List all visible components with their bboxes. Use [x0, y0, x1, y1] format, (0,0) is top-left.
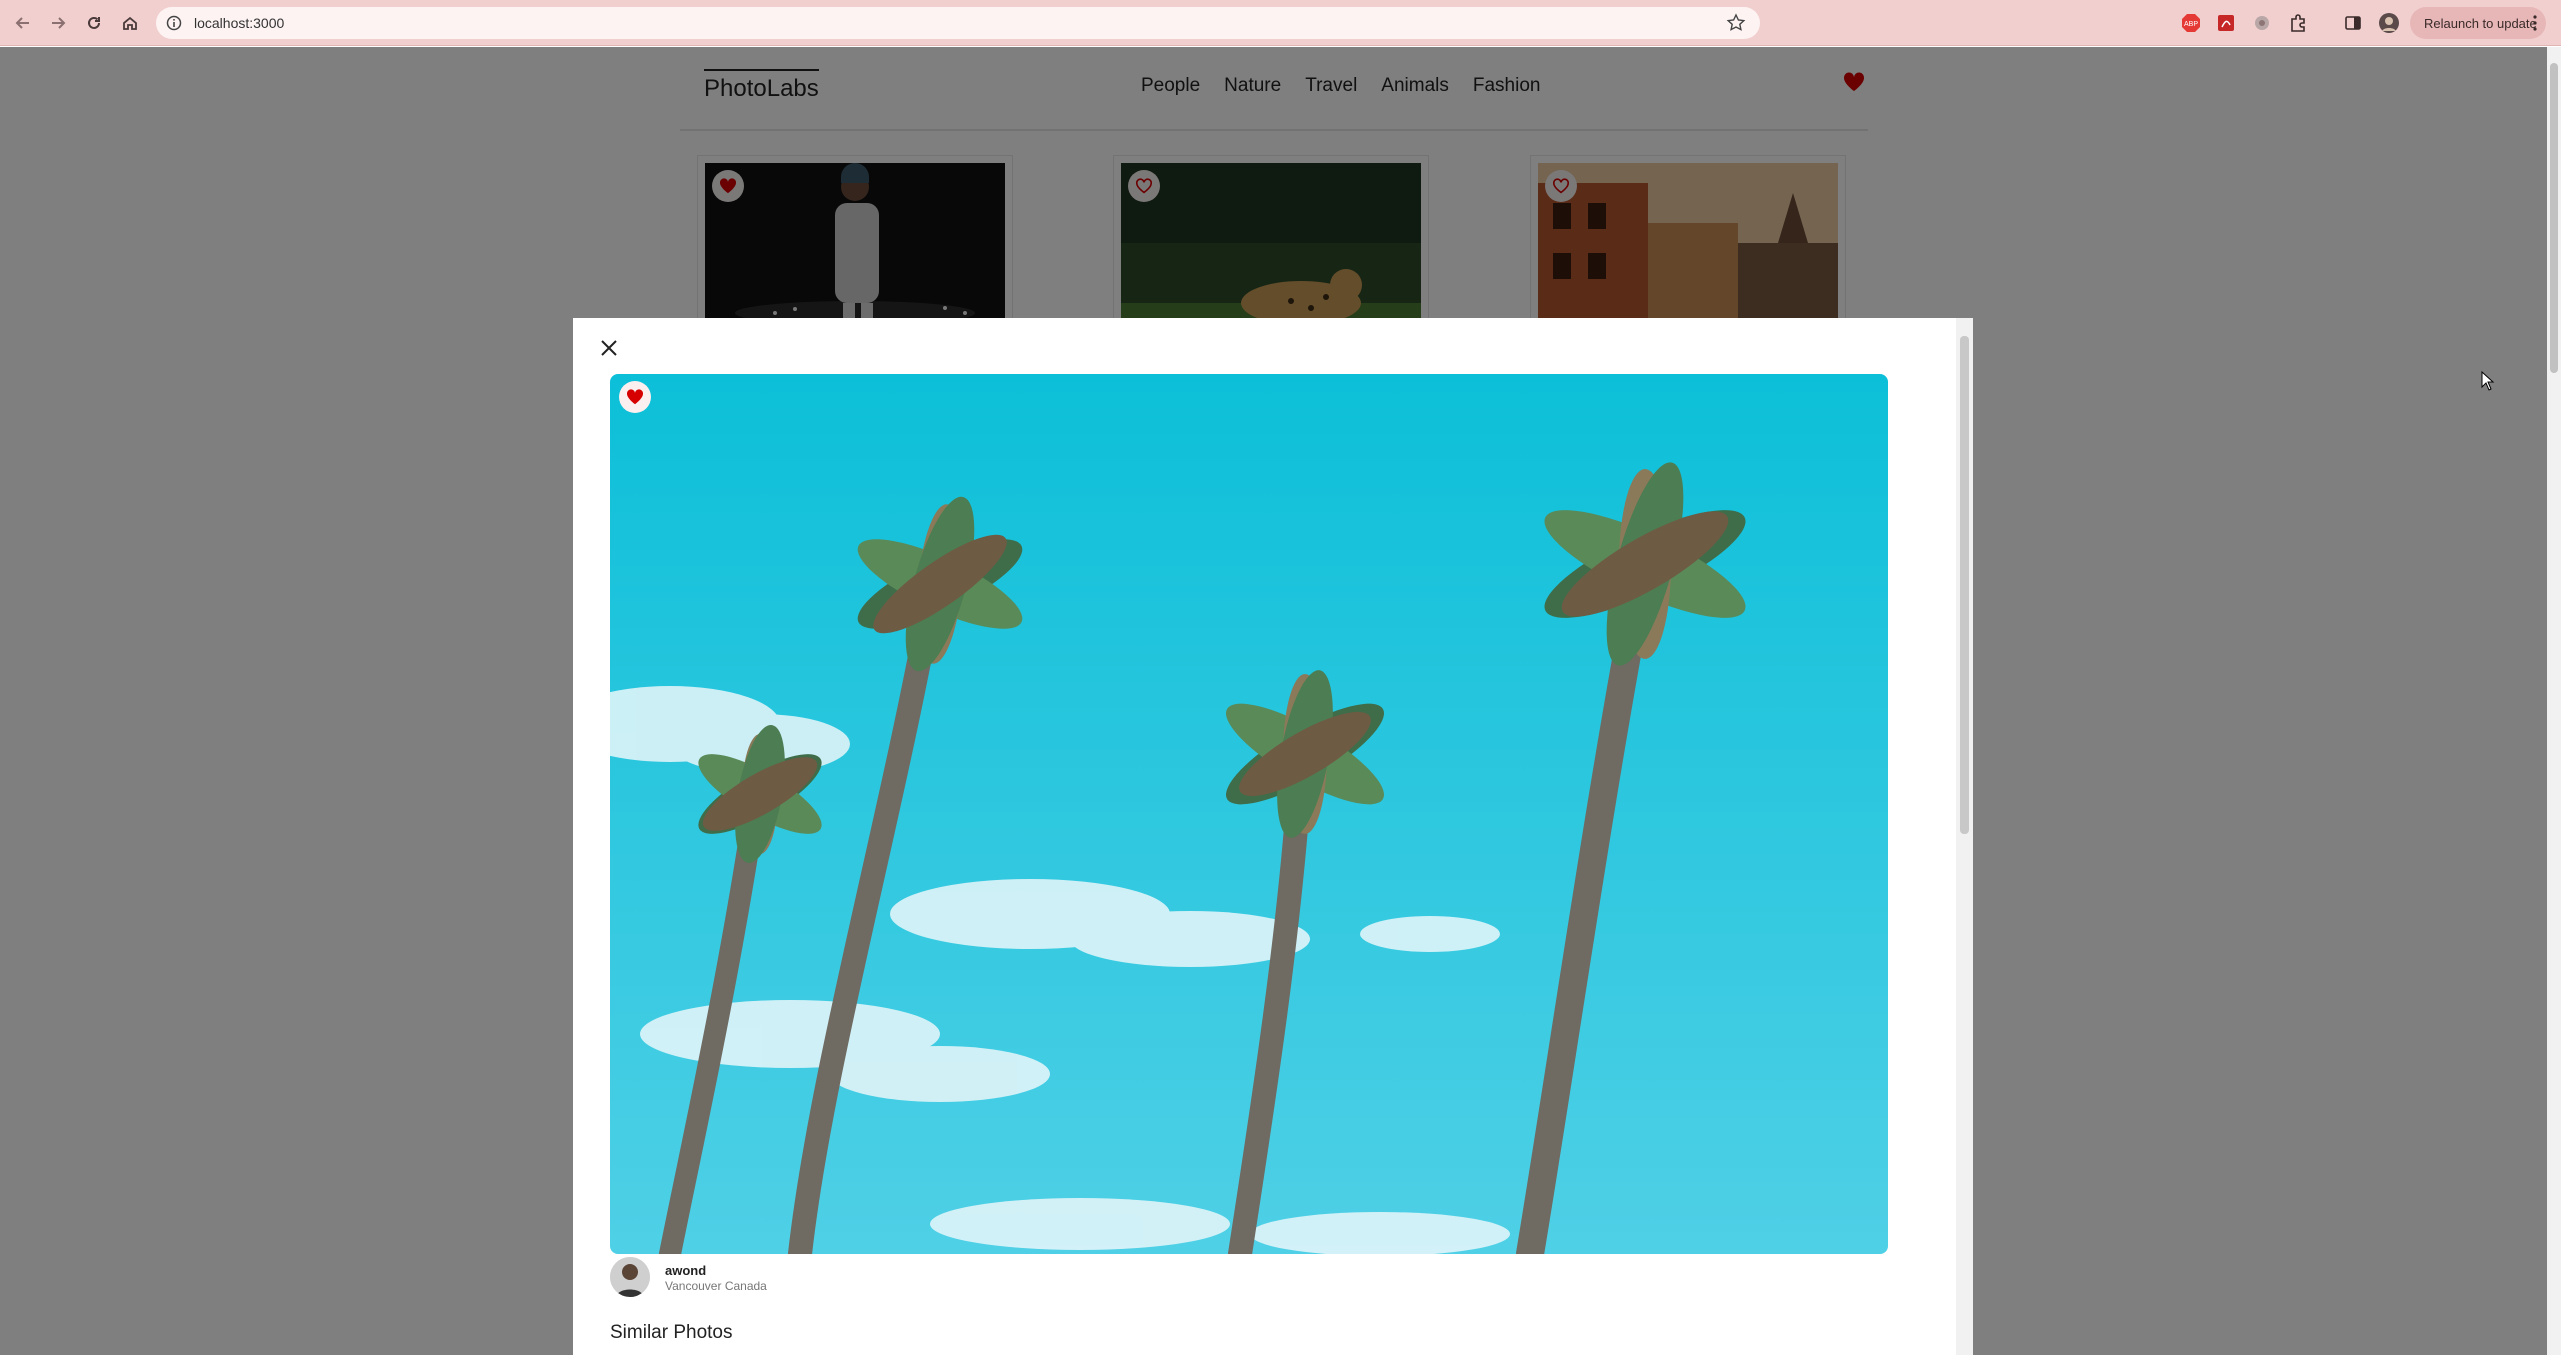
home-button[interactable]	[117, 10, 143, 36]
relaunch-label: Relaunch to update	[2424, 15, 2537, 31]
address-bar[interactable]: localhost:3000	[156, 7, 1760, 39]
mouse-cursor-icon	[2481, 371, 2495, 391]
photographer-location: Vancouver Canada	[665, 1279, 767, 1293]
photo-details-modal: awond Vancouver Canada Similar Photos	[573, 318, 1973, 1355]
back-arrow-icon	[15, 17, 29, 29]
reload-button[interactable]	[81, 10, 107, 36]
main-photo-fav-button[interactable]	[619, 381, 651, 413]
side-panel-icon[interactable]	[2341, 11, 2365, 35]
reload-icon	[88, 16, 100, 29]
heart-filled-icon	[626, 389, 644, 405]
extension-icon[interactable]	[2250, 11, 2274, 35]
home-icon	[123, 16, 137, 30]
adblock-icon[interactable]: ABP	[2179, 11, 2203, 35]
back-button[interactable]	[10, 10, 36, 36]
more-menu-icon	[2533, 15, 2537, 31]
site-info-icon[interactable]	[166, 15, 182, 31]
page-scrollbar[interactable]	[2547, 47, 2561, 1355]
relaunch-button[interactable]: Relaunch to update	[2410, 7, 2546, 39]
bookmark-star-icon[interactable]	[1726, 13, 1746, 33]
browser-toolbar: localhost:3000 ABP Relaunch to update	[0, 0, 2561, 46]
main-photo	[610, 374, 1888, 1254]
photographer-name: awond	[665, 1263, 707, 1278]
puzzle-icon[interactable]	[2286, 11, 2310, 35]
forward-arrow-icon	[52, 17, 66, 29]
photographer-avatar	[610, 1257, 650, 1297]
palm-trees-photo	[610, 374, 1888, 1254]
pdf-icon[interactable]	[2214, 11, 2238, 35]
modal-scrollbar[interactable]	[1956, 318, 1973, 1355]
close-icon[interactable]	[597, 336, 621, 360]
svg-text:ABP: ABP	[2184, 21, 2198, 28]
url-text: localhost:3000	[194, 15, 285, 31]
forward-button[interactable]	[45, 10, 71, 36]
similar-photos-heading: Similar Photos	[610, 1322, 733, 1343]
profile-avatar-icon[interactable]	[2377, 11, 2401, 35]
